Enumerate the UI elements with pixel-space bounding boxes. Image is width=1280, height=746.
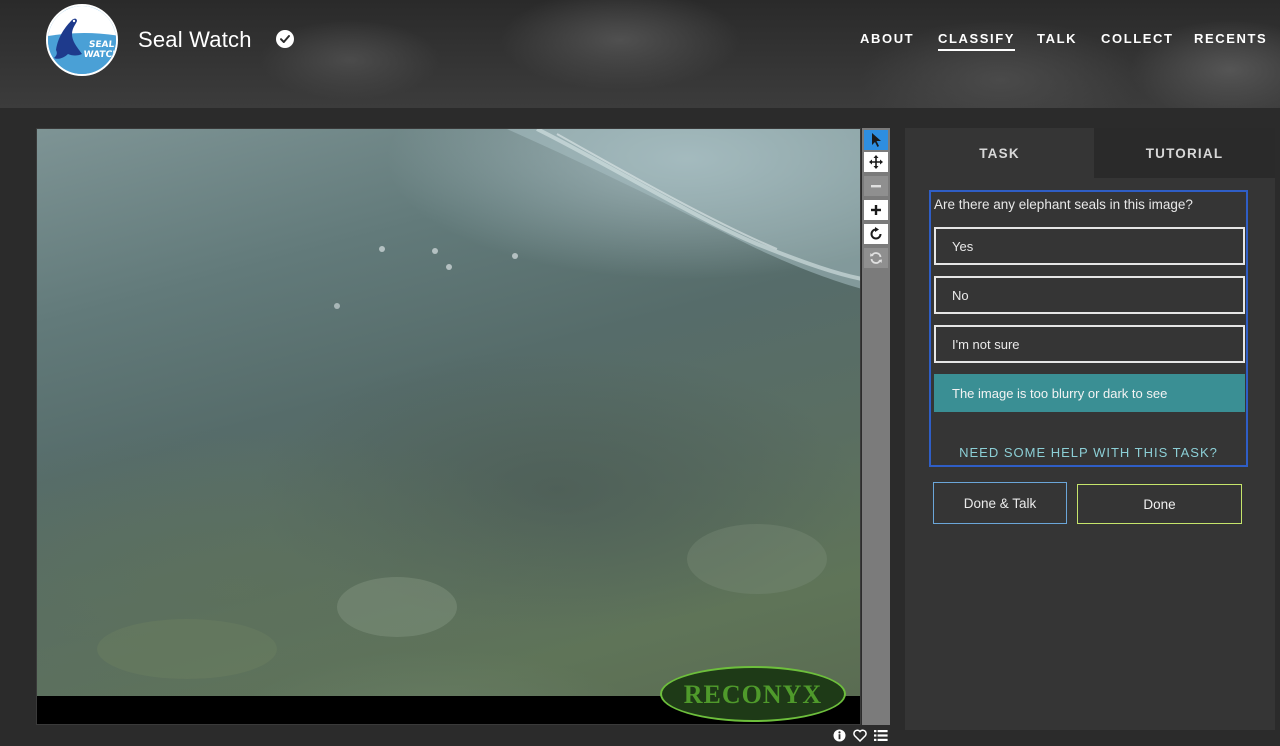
task-help-link[interactable]: NEED SOME HELP WITH THIS TASK? [931,445,1246,460]
image-toolbar [862,128,890,725]
nav-talk[interactable]: TALK [1037,31,1077,46]
site-title[interactable]: Seal Watch [138,27,252,53]
pointer-icon[interactable] [864,130,888,150]
nav-classify[interactable]: CLASSIFY [938,31,1016,51]
task-panel: TASK TUTORIAL Are there any elephant sea… [905,128,1275,730]
done-and-talk-button[interactable]: Done & Talk [933,482,1067,524]
pan-icon[interactable] [864,152,888,172]
rotate-icon[interactable] [864,224,888,244]
subject-meta-bar [833,727,891,743]
list-icon[interactable] [874,727,888,741]
logo-text: SEAL WATCH [82,40,118,60]
info-icon[interactable] [833,727,847,742]
done-button[interactable]: Done [1077,484,1242,524]
subject-viewer[interactable]: RECONYX [36,128,861,725]
task-tabs: TASK TUTORIAL [905,128,1275,178]
nav-recents[interactable]: RECENTS [1194,31,1267,46]
seal-watch-logo[interactable]: SEAL WATCH [46,4,118,76]
verified-badge-icon [276,30,294,48]
nav-collect[interactable]: COLLECT [1101,31,1174,46]
tab-task[interactable]: TASK [905,128,1094,178]
tab-tutorial[interactable]: TUTORIAL [1094,128,1275,178]
nav-about[interactable]: ABOUT [860,31,914,46]
answer-not-sure[interactable]: I'm not sure [934,325,1245,363]
answer-too-blurry[interactable]: The image is too blurry or dark to see [934,374,1245,412]
task-question: Are there any elephant seals in this ima… [934,197,1193,212]
subject-image[interactable] [37,129,860,696]
answer-no[interactable]: No [934,276,1245,314]
site-header: SEAL WATCH Seal Watch ABOUT CLASSIFY TAL… [0,0,1280,108]
heart-icon[interactable] [853,727,867,743]
zoom-out-icon[interactable] [864,176,888,196]
zoom-in-icon[interactable] [864,200,888,220]
task-question-box: Are there any elephant seals in this ima… [929,190,1248,467]
camera-brand-stamp: RECONYX [660,666,846,722]
reset-icon[interactable] [864,248,888,268]
answer-yes[interactable]: Yes [934,227,1245,265]
